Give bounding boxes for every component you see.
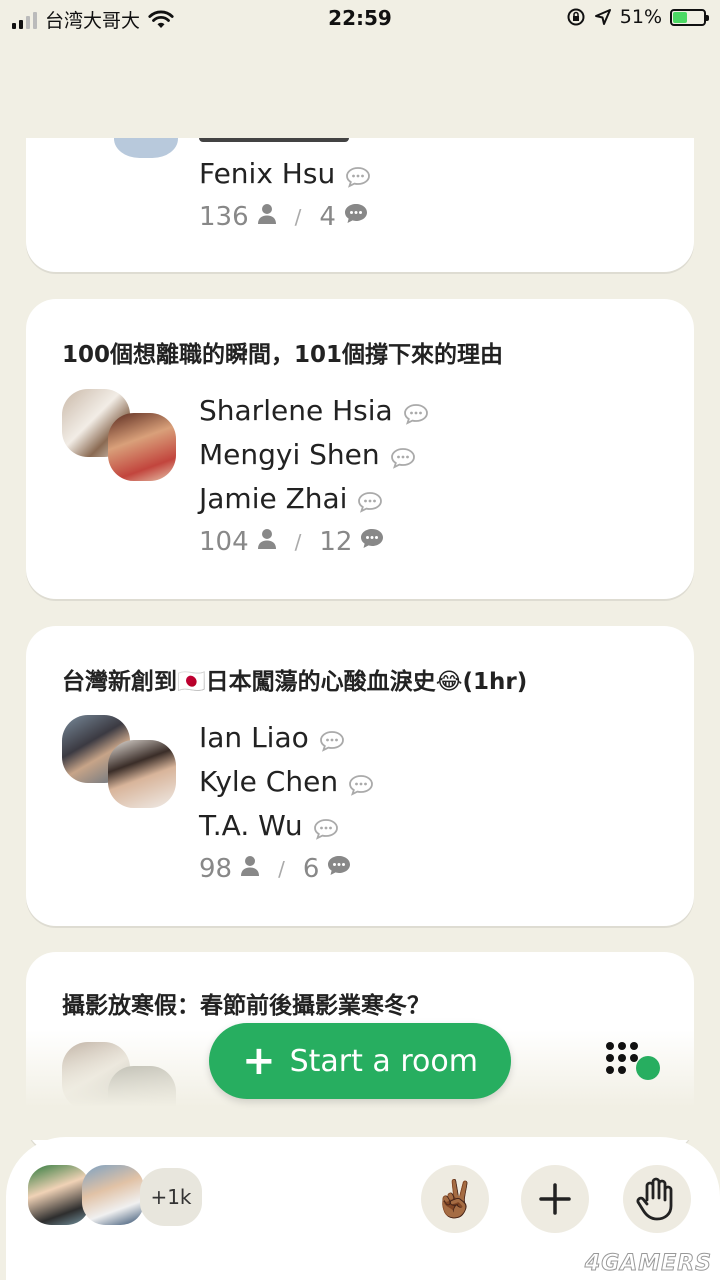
comment-count: 6 (302, 854, 320, 884)
message-icon (344, 202, 368, 232)
speaker-name: Mengyi Shen (199, 432, 429, 476)
chat-bubble-icon (403, 399, 429, 425)
more-friends-count[interactable]: +1k (140, 1168, 202, 1226)
battery-icon (670, 8, 709, 26)
plus-icon (539, 1183, 571, 1215)
comment-count: 4 (319, 202, 336, 232)
add-button[interactable] (521, 1165, 589, 1233)
header-background (0, 36, 720, 138)
person-icon (257, 202, 277, 232)
listener-count: 104 (199, 527, 249, 557)
room-title: 100個想離職的瞬間，101個撐下來的理由 (62, 342, 504, 368)
peace-button[interactable]: ✌🏾 (421, 1165, 489, 1233)
speaker-name: Fenix Hsu (199, 151, 371, 195)
speaker-avatar (108, 740, 176, 808)
chat-bubble-icon (357, 487, 383, 513)
start-room-button[interactable]: + Start a room (209, 1023, 511, 1099)
listener-count: 98 (199, 854, 233, 884)
room-stats: 98 / 6 (199, 847, 374, 891)
peace-hand-icon: ✌🏾 (432, 1179, 478, 1220)
room-title: 台灣新創到🇯🇵日本闖蕩的心酸血淚史😂(1hr) (62, 669, 528, 695)
speaker-avatar (108, 413, 176, 481)
room-stats: 104 / 12 (199, 520, 429, 564)
location-arrow-icon (594, 9, 611, 25)
start-room-label: Start a room (289, 1043, 478, 1079)
watermark-logo: 4GAMERS (584, 1251, 712, 1277)
online-friend-avatar[interactable] (82, 1165, 144, 1225)
listener-count: 136 (199, 202, 249, 232)
room-title: 攝影放寒假：春節前後攝影業寒冬？ (62, 993, 430, 1019)
online-friend-avatar[interactable] (28, 1165, 90, 1225)
chat-bubble-icon (348, 770, 374, 796)
message-icon (360, 527, 384, 557)
room-card[interactable]: 100個想離職的瞬間，101個撐下來的理由 Sharlene Hsia Meng… (26, 299, 694, 599)
chat-bubble-icon (390, 443, 416, 469)
person-icon (257, 527, 277, 557)
battery-percent: 51% (619, 6, 662, 28)
comment-count: 12 (319, 527, 353, 557)
chat-bubble-icon (345, 162, 371, 188)
backchannel-dots-icon[interactable] (604, 1040, 664, 1084)
status-bar: 台湾大哥大 22:59 51% (0, 0, 720, 36)
raise-hand-button[interactable] (623, 1165, 691, 1233)
plus-icon: + (242, 1038, 276, 1084)
room-stats: 136 / 4 (199, 195, 371, 239)
message-icon (327, 854, 351, 884)
speaker-name: Ian Liao (199, 715, 374, 759)
speaker-name: T.A. Wu (199, 803, 374, 847)
speaker-name: Jamie Zhai (199, 476, 429, 520)
raised-hand-icon (636, 1177, 673, 1221)
room-card[interactable]: 台灣新創到🇯🇵日本闖蕩的心酸血淚史😂(1hr) Ian Liao Kyle Ch… (26, 626, 694, 926)
chat-bubble-icon (313, 814, 339, 840)
rotation-lock-icon (567, 8, 585, 26)
speaker-name: Sharlene Hsia (199, 388, 429, 432)
person-icon (240, 854, 260, 884)
chat-bubble-icon (319, 726, 345, 752)
speaker-name: Kyle Chen (199, 759, 374, 803)
